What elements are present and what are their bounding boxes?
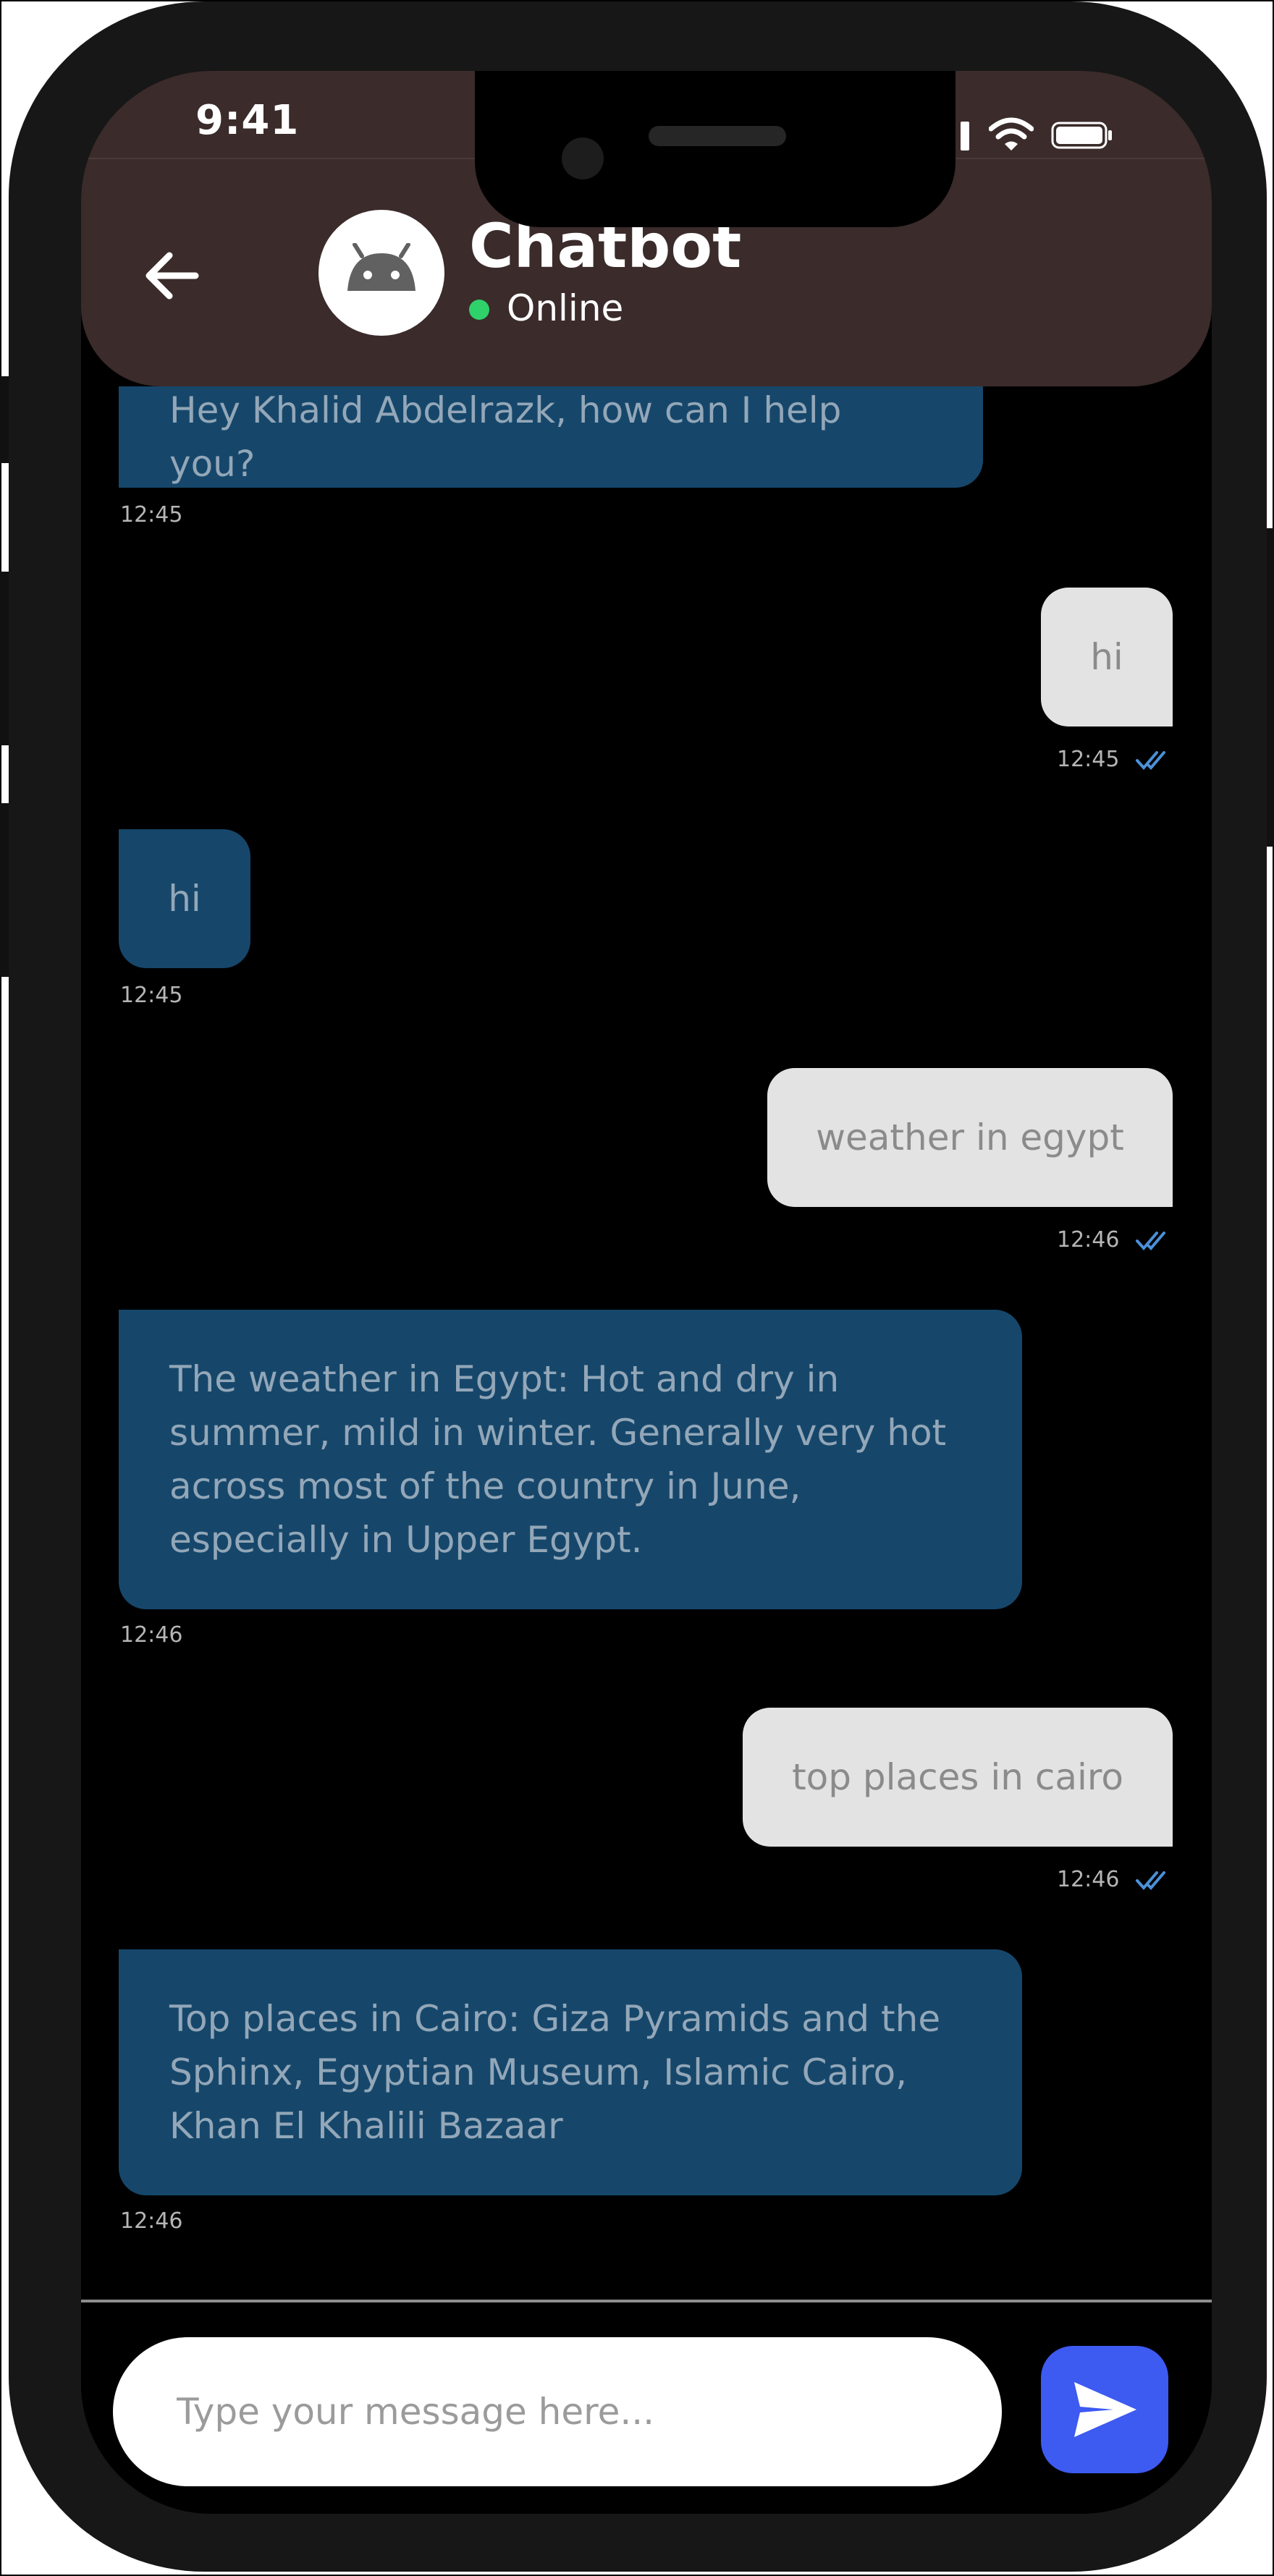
battery-icon — [1051, 122, 1112, 149]
send-icon — [1074, 2382, 1136, 2437]
bot-message: Hey Khalid Abdelrazk, how can I help you… — [119, 386, 983, 488]
double-check-icon — [1136, 1232, 1165, 1251]
double-check-icon — [1136, 1871, 1165, 1891]
message-composer — [81, 2302, 1212, 2514]
message-text: The weather in Egypt: Hot and dry in sum… — [169, 1358, 947, 1561]
message-text: weather in egypt — [816, 1117, 1124, 1158]
message-time: 12:46 — [1057, 1227, 1120, 1253]
phone-notch — [475, 71, 956, 227]
side-button — [0, 803, 9, 977]
phone-frame: Hey Khalid Abdelrazk, how can I help you… — [9, 1, 1267, 2572]
message-text: Hey Khalid Abdelrazk, how can I help you… — [169, 389, 842, 485]
user-message: hi — [1041, 588, 1173, 726]
bot-message: Top places in Cairo: Giza Pyramids and t… — [119, 1949, 1022, 2195]
online-status-label: Online — [507, 287, 624, 329]
message-time: 12:46 — [120, 1622, 183, 1648]
message-text: hi — [168, 878, 201, 920]
user-message: weather in egypt — [767, 1068, 1173, 1207]
status-time: 9:41 — [195, 97, 300, 144]
wifi-icon — [989, 117, 1034, 151]
message-input[interactable] — [113, 2337, 1002, 2486]
back-arrow-icon — [145, 252, 199, 300]
send-button[interactable] — [1041, 2346, 1168, 2473]
message-text: hi — [1090, 636, 1123, 678]
message-text: top places in cairo — [792, 1756, 1123, 1798]
side-button — [0, 572, 9, 745]
message-time: 12:45 — [120, 502, 183, 528]
message-list[interactable]: Hey Khalid Abdelrazk, how can I help you… — [81, 71, 1212, 2300]
bot-message: The weather in Egypt: Hot and dry in sum… — [119, 1310, 1022, 1609]
message-text: Top places in Cairo: Giza Pyramids and t… — [169, 1998, 941, 2147]
bot-avatar — [318, 210, 444, 336]
app-screen: Hey Khalid Abdelrazk, how can I help you… — [81, 71, 1212, 2514]
side-button — [0, 376, 9, 463]
message-time: 12:46 — [120, 2208, 183, 2234]
double-check-icon — [1136, 751, 1165, 771]
back-button[interactable] — [132, 236, 211, 315]
bot-message: hi — [119, 829, 250, 968]
message-time: 12:45 — [120, 983, 183, 1008]
android-icon — [347, 243, 415, 291]
front-camera — [562, 137, 604, 179]
message-time: 12:45 — [1057, 747, 1120, 772]
message-time: 12:46 — [1057, 1867, 1120, 1892]
user-message: top places in cairo — [743, 1708, 1173, 1847]
online-status-dot — [469, 300, 489, 320]
earpiece-speaker — [649, 126, 786, 146]
